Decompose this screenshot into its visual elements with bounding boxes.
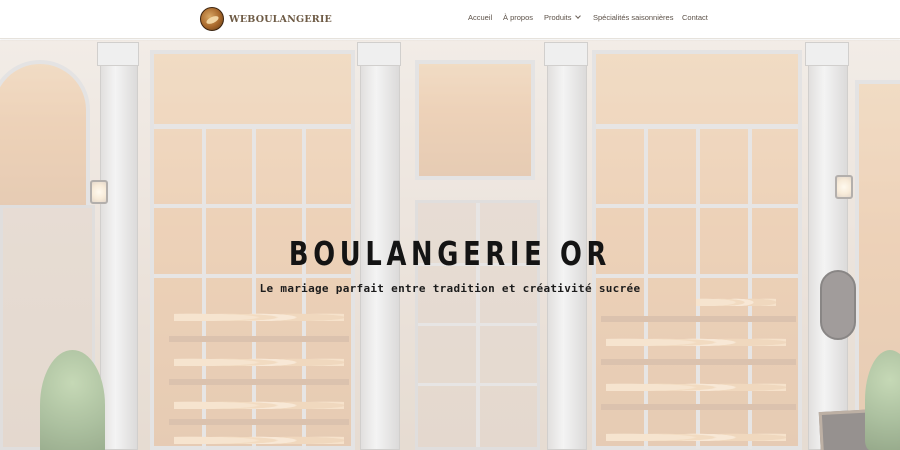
nav-item-a-propos[interactable]: À propos [503, 13, 533, 22]
hero-section: BOULANGERIE OR Le mariage parfait entre … [0, 40, 900, 450]
site-header: WEBOULANGERIE Accueil À propos Produits … [0, 0, 900, 39]
nav-item-accueil[interactable]: Accueil [468, 13, 492, 22]
chevron-down-icon [574, 13, 581, 19]
hero-title: BOULANGERIE OR [288, 234, 612, 273]
hero-subtitle: Le mariage parfait entre tradition et cr… [259, 282, 641, 295]
nav-item-produits[interactable]: Produits [544, 13, 581, 22]
nav-item-produits-label: Produits [544, 13, 572, 22]
nav-item-specialites-saisonnieres[interactable]: Spécialités saisonnières [593, 13, 673, 22]
nav-item-contact[interactable]: Contact [682, 13, 708, 22]
main-navigation: Accueil À propos Produits Spécialités sa… [0, 0, 900, 39]
